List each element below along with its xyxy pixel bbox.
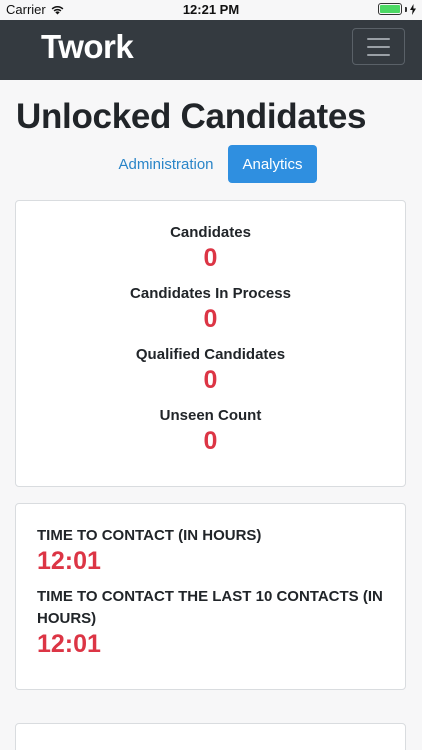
time-to-contact-card: TIME TO CONTACT (IN HOURS) 12:01 TIME TO… — [15, 503, 406, 690]
battery-icon — [378, 3, 402, 15]
status-bar: Carrier 12:21 PM — [0, 0, 422, 20]
charging-bolt-icon — [410, 3, 416, 15]
stat-value: 0 — [203, 305, 218, 333]
hamburger-menu-icon[interactable] — [352, 28, 405, 65]
tab-bar: Administration Analytics — [0, 145, 422, 184]
battery-cap — [405, 6, 407, 12]
additional-card — [15, 723, 406, 750]
stat-label: Candidates In Process — [130, 285, 291, 302]
stat-label: Unseen Count — [159, 407, 262, 424]
stat-label: Qualified Candidates — [135, 346, 286, 363]
time-to-contact-last-10-value: 12:01 — [37, 630, 101, 658]
status-time: 12:21 PM — [182, 2, 240, 17]
time-to-contact-value: 12:01 — [37, 547, 101, 575]
time-to-contact-label: TIME TO CONTACT (IN HOURS) — [37, 527, 262, 544]
stat-candidates-in-process: Candidates In Process 0 — [16, 285, 405, 334]
stat-label: Candidates — [170, 224, 251, 241]
stat-unseen-count: Unseen Count 0 — [16, 407, 405, 456]
stats-card: Candidates 0 Candidates In Process 0 Qua… — [15, 200, 406, 487]
page-title: Unlocked Candidates — [16, 97, 367, 136]
navbar: Twork — [0, 20, 422, 80]
brand-logo[interactable]: Twork — [41, 28, 134, 66]
stat-candidates: Candidates 0 — [16, 224, 405, 273]
stat-qualified-candidates: Qualified Candidates 0 — [16, 346, 405, 395]
tab-analytics[interactable]: Analytics — [228, 145, 317, 183]
status-right — [378, 3, 416, 15]
tab-administration[interactable]: Administration — [108, 145, 224, 183]
stat-value: 0 — [203, 366, 218, 394]
stat-value: 0 — [203, 427, 218, 455]
stat-value: 0 — [203, 244, 218, 272]
time-to-contact-last-10-label: TIME TO CONTACT THE LAST 10 CONTACTS (IN… — [37, 588, 383, 627]
